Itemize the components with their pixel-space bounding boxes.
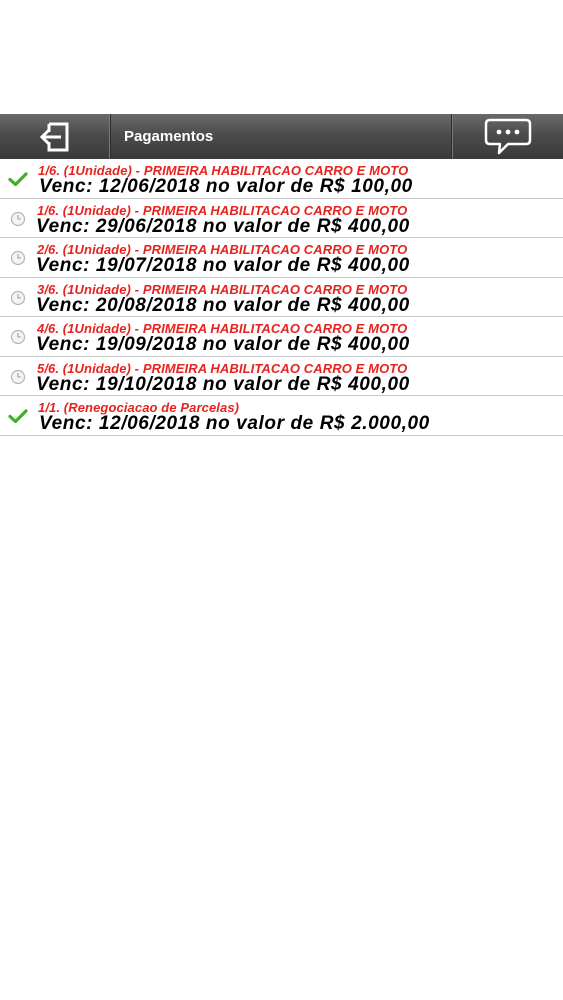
payment-row[interactable]: 3/6. (1Unidade) - PRIMEIRA HABILITACAO C… xyxy=(0,278,563,317)
clock-icon xyxy=(10,211,26,226)
payment-row[interactable]: 1/6. (1Unidade) - PRIMEIRA HABILITACAO C… xyxy=(0,199,563,238)
check-icon xyxy=(8,409,28,424)
back-button[interactable] xyxy=(0,114,111,159)
payment-row[interactable]: 1/1. (Renegociacao de Parcelas) Venc: 12… xyxy=(0,396,563,436)
top-toolbar: Pagamentos xyxy=(0,114,563,159)
payment-row[interactable]: 4/6. (1Unidade) - PRIMEIRA HABILITACAO C… xyxy=(0,317,563,357)
page-title: Pagamentos xyxy=(124,128,214,145)
page: Pagamentos 1/6. (1Unidade) - PRIMEIRA HA… xyxy=(0,0,563,1000)
clock-icon xyxy=(10,369,26,384)
check-icon xyxy=(8,172,28,187)
payment-row[interactable]: 2/6. (1Unidade) - PRIMEIRA HABILITACAO C… xyxy=(0,238,563,278)
chat-bubble-icon xyxy=(484,118,531,154)
due-text: Venc: 19/10/2018 no valor de R$ 400,00 xyxy=(36,373,410,395)
logout-arrow-icon xyxy=(39,122,69,151)
clock-icon xyxy=(10,250,26,266)
due-text: Venc: 12/06/2018 no valor de R$ 100,00 xyxy=(39,176,413,197)
due-text: Venc: 19/07/2018 no valor de R$ 400,00 xyxy=(36,255,410,276)
due-text: Venc: 29/06/2018 no valor de R$ 400,00 xyxy=(36,215,410,237)
due-text: Venc: 19/09/2018 no valor de R$ 400,00 xyxy=(36,334,410,355)
clock-icon xyxy=(10,290,26,305)
chat-button[interactable] xyxy=(451,114,563,159)
payment-row[interactable]: 1/6. (1Unidade) - PRIMEIRA HABILITACAO C… xyxy=(0,159,563,199)
clock-icon xyxy=(10,329,26,345)
payment-row[interactable]: 5/6. (1Unidade) - PRIMEIRA HABILITACAO C… xyxy=(0,357,563,396)
due-text: Venc: 20/08/2018 no valor de R$ 400,00 xyxy=(36,294,410,316)
payments-list: 1/6. (1Unidade) - PRIMEIRA HABILITACAO C… xyxy=(0,159,563,436)
due-text: Venc: 12/06/2018 no valor de R$ 2.000,00 xyxy=(39,413,430,434)
